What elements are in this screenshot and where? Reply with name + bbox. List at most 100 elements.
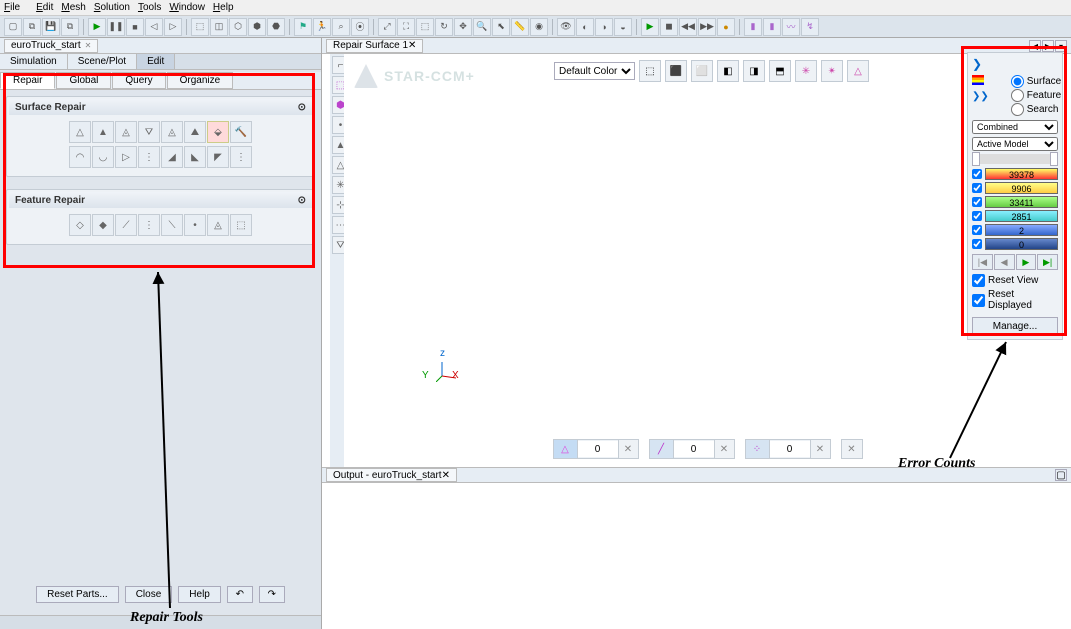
doc-tab[interactable]: euroTruck_start ✕ bbox=[4, 39, 98, 53]
walk-icon[interactable]: ⌕ bbox=[332, 18, 350, 36]
vert-sel-icon[interactable]: ⁘ bbox=[746, 440, 770, 458]
face-count-input[interactable] bbox=[578, 441, 618, 457]
prev-error-icon[interactable]: ◀ bbox=[994, 254, 1015, 270]
zoom-icon[interactable]: 🔍 bbox=[473, 18, 491, 36]
menu-window[interactable]: Window bbox=[169, 2, 205, 13]
radio-feature[interactable]: Feature bbox=[1011, 89, 1061, 102]
close-icon[interactable]: ✕ bbox=[85, 41, 92, 50]
restore-icon[interactable]: ◒ bbox=[614, 18, 632, 36]
probe-icon[interactable]: ◉ bbox=[530, 18, 548, 36]
show-icon[interactable]: ◐ bbox=[576, 18, 594, 36]
shade-icon[interactable]: ⬣ bbox=[267, 18, 285, 36]
flag-feature-icon[interactable]: ◬ bbox=[207, 214, 229, 236]
run-icon[interactable]: ▶ bbox=[88, 18, 106, 36]
first-icon[interactable]: ▶ bbox=[641, 18, 659, 36]
undo-button[interactable]: ↶ bbox=[227, 586, 253, 603]
slider-knob-right[interactable] bbox=[1050, 152, 1058, 166]
chevron-right-icon[interactable]: ❯ bbox=[972, 57, 982, 71]
feature-curve-icon[interactable]: ⟋ bbox=[115, 214, 137, 236]
surface-repair-header[interactable]: Surface Repair ⊙ bbox=[9, 99, 312, 115]
pan-icon[interactable]: ✥ bbox=[454, 18, 472, 36]
next-icon[interactable]: ◀◀ bbox=[679, 18, 697, 36]
tab-query[interactable]: Query bbox=[112, 72, 165, 89]
record-icon[interactable]: ● bbox=[717, 18, 735, 36]
viewport-canvas[interactable]: STAR-CCM+ Default Color ⬚ ⬛ ⬜ ◧ ◨ ⬒ ✳ ✴ … bbox=[344, 54, 1071, 467]
tab-edit[interactable]: Edit bbox=[137, 54, 175, 69]
pause-icon[interactable]: ❚❚ bbox=[107, 18, 125, 36]
slider-knob-left[interactable] bbox=[972, 152, 980, 166]
scene-icon[interactable]: ⬡ bbox=[229, 18, 247, 36]
color-select[interactable]: Default Color bbox=[554, 62, 635, 80]
collapse-icon[interactable]: ⊙ bbox=[298, 195, 306, 206]
menu-tools[interactable]: Tools bbox=[138, 2, 161, 13]
tab-repair[interactable]: Repair bbox=[0, 72, 55, 89]
edge-count-input[interactable] bbox=[674, 441, 714, 457]
manage-button[interactable]: Manage... bbox=[972, 317, 1058, 335]
isolate-icon[interactable]: ◑ bbox=[595, 18, 613, 36]
prev-icon[interactable]: ◼ bbox=[660, 18, 678, 36]
saveall-icon[interactable]: ⧉ bbox=[61, 18, 79, 36]
feature-opt-icon[interactable]: ⬚ bbox=[230, 214, 252, 236]
first-error-icon[interactable]: |◀ bbox=[972, 254, 993, 270]
fit-icon[interactable]: ⤢ bbox=[378, 18, 396, 36]
merge-icon[interactable]: ⛰ bbox=[184, 121, 206, 143]
tab-global[interactable]: Global bbox=[56, 72, 111, 89]
menu-help[interactable]: Help bbox=[213, 2, 234, 13]
step-fwd-icon[interactable]: ▷ bbox=[164, 18, 182, 36]
view-back-icon[interactable]: ⬜ bbox=[691, 60, 713, 82]
tab-sceneplot[interactable]: Scene/Plot bbox=[68, 54, 137, 69]
count-checkbox[interactable] bbox=[972, 169, 982, 179]
count-checkbox[interactable] bbox=[972, 239, 982, 249]
view-left-icon[interactable]: ◧ bbox=[717, 60, 739, 82]
count-checkbox[interactable] bbox=[972, 211, 982, 221]
threshold-slider[interactable] bbox=[972, 154, 1058, 164]
tool-hammer-icon[interactable]: 🔨 bbox=[230, 121, 252, 143]
more1-icon[interactable]: ⋮ bbox=[138, 146, 160, 168]
clear-edges-icon[interactable]: ✕ bbox=[714, 440, 734, 458]
last-error-icon[interactable]: ▶| bbox=[1037, 254, 1058, 270]
view-iso-icon[interactable]: ⬚ bbox=[639, 60, 661, 82]
swap-icon[interactable]: ◤ bbox=[207, 146, 229, 168]
target-icon[interactable]: ⦿ bbox=[351, 18, 369, 36]
vert-count-input[interactable] bbox=[770, 441, 810, 457]
fill-hole-icon[interactable]: △ bbox=[69, 121, 91, 143]
menu-solution[interactable]: Solution bbox=[94, 2, 130, 13]
edge-sel-icon[interactable]: ╱ bbox=[650, 440, 674, 458]
close-button[interactable]: Close bbox=[125, 586, 173, 603]
reset-view-checkbox[interactable]: Reset View bbox=[972, 274, 1058, 287]
menu-mesh[interactable]: Mesh bbox=[61, 2, 85, 13]
report3-icon[interactable]: 〰 bbox=[782, 18, 800, 36]
smooth-icon[interactable]: ◬ bbox=[161, 121, 183, 143]
vertex-tool-icon[interactable]: • bbox=[184, 214, 206, 236]
reset-displayed-checkbox[interactable]: Reset Displayed bbox=[972, 289, 1058, 311]
mesh-icon[interactable]: ⬚ bbox=[191, 18, 209, 36]
count-checkbox[interactable] bbox=[972, 225, 982, 235]
pick-icon[interactable]: ⬉ bbox=[492, 18, 510, 36]
tab-organize[interactable]: Organize bbox=[167, 72, 234, 89]
zoom-box-icon[interactable]: ⛶ bbox=[397, 18, 415, 36]
open-icon[interactable]: ⧉ bbox=[23, 18, 41, 36]
scene-tab[interactable]: Repair Surface 1 ✕ bbox=[326, 39, 423, 53]
last-icon[interactable]: ▶▶ bbox=[698, 18, 716, 36]
project-icon[interactable]: ▷ bbox=[115, 146, 137, 168]
collapse-icon[interactable]: ⊙ bbox=[298, 102, 306, 113]
offset-icon[interactable]: ◡ bbox=[92, 146, 114, 168]
output-max-icon[interactable]: ▢ bbox=[1055, 469, 1067, 481]
chevron-double-icon[interactable]: ❯❯ bbox=[972, 91, 989, 102]
clear-faces-icon[interactable]: ✕ bbox=[618, 440, 638, 458]
view-top-icon[interactable]: ⬒ bbox=[769, 60, 791, 82]
view-right-icon[interactable]: ◨ bbox=[743, 60, 765, 82]
menu-edit[interactable]: Edit bbox=[36, 2, 53, 13]
more3-icon[interactable]: ⋮ bbox=[138, 214, 160, 236]
clear-all-icon[interactable]: ✕ bbox=[841, 439, 863, 459]
face-sel-icon[interactable]: △ bbox=[554, 440, 578, 458]
remesh-face-icon[interactable]: ⛛ bbox=[138, 121, 160, 143]
close-icon[interactable]: ✕ bbox=[442, 470, 450, 481]
new-icon[interactable]: ▢ bbox=[4, 18, 22, 36]
zip-edge-icon[interactable]: ◬ bbox=[115, 121, 137, 143]
close-icon[interactable]: ✕ bbox=[408, 40, 416, 51]
report1-icon[interactable]: ▮ bbox=[744, 18, 762, 36]
run-man-icon[interactable]: 🏃 bbox=[313, 18, 331, 36]
hide-icon[interactable]: 👁 bbox=[557, 18, 575, 36]
help-button[interactable]: Help bbox=[178, 586, 221, 603]
